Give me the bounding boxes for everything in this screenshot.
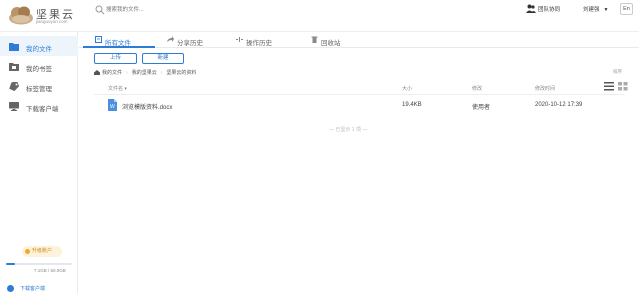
- user-name: 刘建强: [583, 7, 600, 13]
- column-header-size[interactable]: 大小: [402, 85, 412, 92]
- breadcrumb-separator: ›: [126, 70, 128, 76]
- table-header: 文件名 ▾ 大小 修改 修改时间: [94, 81, 628, 95]
- logo[interactable]: 坚果云 jianguoyun.com: [8, 5, 78, 27]
- home-icon[interactable]: [94, 70, 100, 75]
- column-header-modified[interactable]: 修改时间: [535, 85, 555, 92]
- nut-logo-icon: [9, 6, 33, 25]
- team-link-label: 团队协同: [538, 7, 561, 13]
- sort-button[interactable]: 排序: [613, 69, 622, 75]
- folder-icon: [9, 43, 19, 51]
- sidebar-item-label: 我的书签: [26, 66, 52, 73]
- search-box[interactable]: [95, 4, 245, 17]
- breadcrumb-separator: ›: [160, 70, 163, 76]
- sidebar-item-bookmarks[interactable]: 我的书签: [0, 56, 78, 76]
- column-header-name[interactable]: 文件名 ▾: [108, 85, 127, 92]
- breadcrumb-item[interactable]: 坚果云的资料: [166, 70, 196, 76]
- storage-usage-fill: [6, 263, 16, 265]
- sort-caret-icon: ▾: [124, 86, 127, 92]
- new-button[interactable]: 新建: [142, 53, 184, 64]
- files-icon: [95, 36, 102, 43]
- user-menu[interactable]: 刘建强 ▼: [583, 5, 608, 13]
- tab-label: 分享历史: [177, 40, 203, 47]
- monitor-icon: [9, 102, 19, 111]
- tab-bar: 所有文件 分享历史 操作历史 回收站: [79, 32, 639, 48]
- upload-button[interactable]: 上传: [94, 53, 137, 64]
- sidebar-item-label: 下载客户端: [26, 106, 59, 113]
- sidebar: 我的文件 我的书签 标签管理 下载客户端 升级账户 7.1GB / 50.0GB…: [0, 32, 78, 293]
- column-header-modifier[interactable]: 修改: [472, 85, 482, 92]
- storage-usage-text: 7.1GB / 50.0GB: [34, 268, 66, 273]
- caret-down-icon: ▼: [603, 7, 609, 13]
- sidebar-item-my-files[interactable]: 我的文件: [0, 36, 78, 56]
- svg-text:W: W: [110, 104, 115, 110]
- file-modified-time: 2020-10-12 17:39: [535, 102, 583, 108]
- list-view-icon[interactable]: [604, 82, 614, 91]
- sidebar-item-tags[interactable]: 标签管理: [0, 76, 78, 96]
- sidebar-item-label: 我的文件: [26, 46, 52, 53]
- breadcrumb-item[interactable]: 我的坚果云: [132, 70, 157, 76]
- grid-view-icon[interactable]: [618, 82, 628, 91]
- tab-label: 回收站: [321, 40, 341, 47]
- file-modifier: 使用者: [472, 105, 491, 111]
- breadcrumb: 我的文件 › 我的坚果云 › 坚果云的资料: [94, 69, 196, 76]
- bookmark-icon: [9, 63, 19, 71]
- file-name[interactable]: 浏览模版资料.docx: [122, 102, 172, 111]
- active-tab-indicator: [83, 46, 155, 48]
- logo-subtitle: jianguoyun.com: [36, 19, 68, 24]
- client-link-label: 下载客户端: [20, 286, 46, 292]
- sidebar-item-download-client[interactable]: 下载客户端: [0, 96, 78, 116]
- table-row[interactable]: W 浏览模版资料.docx 19.4KB 使用者 2020-10-12 17:3…: [94, 96, 624, 114]
- trash-icon: [311, 36, 318, 43]
- word-doc-icon: W: [108, 99, 117, 111]
- tag-icon: [9, 82, 19, 91]
- team-icon: [526, 4, 536, 13]
- tab-label: 操作历史: [246, 40, 272, 47]
- breadcrumb-item[interactable]: 我的文件: [102, 70, 122, 76]
- search-input[interactable]: [106, 4, 236, 16]
- main-content: 所有文件 分享历史 操作历史 回收站 上传 新建 我的文件 › 我的坚果云 › 坚果云的…: [79, 32, 639, 293]
- upgrade-label: 升级账户: [32, 248, 53, 254]
- top-header: 坚果云 jianguoyun.com 团队协同 刘建强▼ En: [0, 0, 639, 32]
- language-button[interactable]: En: [620, 3, 633, 15]
- cloud-download-icon: [7, 285, 14, 293]
- file-size: 19.4KB: [402, 102, 422, 108]
- share-icon: [167, 36, 174, 42]
- download-client-link[interactable]: 下载客户端: [7, 285, 46, 293]
- sidebar-item-label: 标签管理: [26, 86, 52, 93]
- search-icon: [95, 5, 105, 15]
- upgrade-icon: [25, 249, 30, 254]
- list-end-indicator: — 已显示 1 项 —: [329, 127, 368, 133]
- storage-usage-bar: [6, 263, 72, 265]
- upgrade-account-button[interactable]: 升级账户: [22, 246, 62, 257]
- history-icon: [236, 37, 243, 42]
